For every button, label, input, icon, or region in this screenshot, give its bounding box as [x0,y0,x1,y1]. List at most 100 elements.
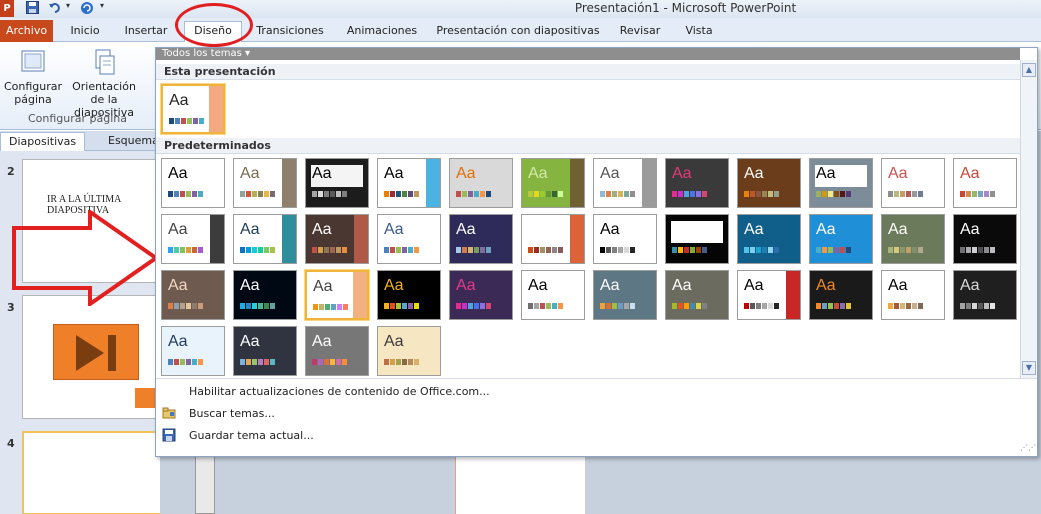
theme-tile[interactable]: Aa [737,214,801,264]
tile-color-swatches [168,359,203,365]
theme-tile[interactable]: Aa [665,214,729,264]
theme-tile[interactable]: Aa [305,326,369,376]
menu-separator [156,378,1037,379]
tile-sample-text: Aa [960,221,980,238]
page-setup-icon [21,50,45,72]
color-swatch [828,247,833,253]
color-swatch [534,191,539,197]
browse-themes-item[interactable]: Buscar temas... [189,407,275,420]
color-swatch [331,304,336,310]
orientacion-diapositiva-button[interactable]: Orientación de la diapositiva [64,48,144,119]
theme-tile[interactable]: Aa [521,158,585,208]
tile-sample-text: Aa [888,277,908,294]
theme-tile[interactable]: Aa [449,270,513,320]
tab-insertar[interactable]: Insertar [118,22,174,42]
tile-sample-text: Aa [169,92,189,109]
tab-animaciones[interactable]: Animaciones [342,22,422,42]
theme-tile[interactable]: Aa [665,158,729,208]
theme-tile[interactable]: Aa [233,326,297,376]
scroll-up-icon[interactable]: ▲ [1022,63,1036,77]
color-swatch [390,191,395,197]
theme-tile[interactable]: Aa [953,270,1017,320]
theme-tile[interactable]: Aa [737,270,801,320]
tile-sample-text: Aa [240,333,260,350]
scroll-down-icon[interactable]: ▼ [1022,361,1036,375]
tab-diapositivas[interactable]: Diapositivas [0,132,86,151]
current-theme-tile[interactable]: Aa [160,83,226,135]
canvas-slide[interactable] [455,451,585,514]
tab-presentacion[interactable]: Presentación con diapositivas [434,22,602,42]
color-swatch [336,247,341,253]
theme-tile[interactable]: Aa [449,214,513,264]
theme-tile[interactable]: Aa [881,270,945,320]
theme-tile[interactable]: Aa [161,326,225,376]
tile-color-swatches [312,247,347,253]
color-swatch [384,359,389,365]
theme-tile[interactable]: Aa [593,214,657,264]
slide-number: 2 [7,165,15,178]
slide-thumbnail[interactable] [22,431,162,514]
tile-color-swatches [312,359,347,365]
color-swatch [888,303,893,309]
theme-tile[interactable]: Aa [161,158,225,208]
theme-tile[interactable]: Aa [161,214,225,264]
tile-color-swatches [600,247,635,253]
theme-tile[interactable]: Aa [377,326,441,376]
theme-tile[interactable]: Aa [809,158,873,208]
theme-tile[interactable]: Aa [521,214,585,264]
color-swatch [480,303,485,309]
theme-tile[interactable]: Aa [161,270,225,320]
theme-tile[interactable]: Aa [881,158,945,208]
tab-inicio[interactable]: Inicio [62,22,108,42]
theme-tile[interactable]: Aa [593,270,657,320]
tab-vista[interactable]: Vista [678,22,720,42]
color-swatch [960,191,965,197]
resize-grip-icon[interactable]: ⋰⋰ [1020,443,1036,455]
tab-archivo[interactable]: Archivo [0,20,53,42]
tab-transiciones[interactable]: Transiciones [250,22,330,42]
theme-tile[interactable]: Aa [521,270,585,320]
tile-color-swatches [672,191,707,197]
color-swatch [840,191,845,197]
save-theme-icon [162,428,176,442]
tile-sample-text: Aa [816,165,836,182]
color-swatch [600,303,605,309]
tile-sample-text: Aa [888,221,908,238]
tab-revisar[interactable]: Revisar [614,22,666,42]
color-swatch [168,303,173,309]
theme-tile[interactable]: Aa [881,214,945,264]
theme-tile[interactable]: Aa [737,158,801,208]
save-theme-item[interactable]: Guardar tema actual... [189,429,314,442]
theme-tile[interactable]: Aa [377,214,441,264]
theme-tile[interactable]: Aa [304,269,370,321]
theme-tile[interactable]: Aa [233,270,297,320]
color-swatch [984,191,989,197]
color-swatch [678,247,683,253]
gallery-scrollbar[interactable]: ▲ ▼ [1020,60,1037,378]
theme-tile[interactable]: Aa [377,158,441,208]
color-swatch [816,303,821,309]
color-swatch [408,191,413,197]
color-swatch [414,191,419,197]
theme-tile[interactable]: Aa [449,158,513,208]
color-swatch [912,303,917,309]
theme-tile[interactable]: Aa [593,158,657,208]
theme-tile[interactable]: Aa [665,270,729,320]
theme-tile[interactable]: Aa [305,214,369,264]
enable-updates-item[interactable]: Habilitar actualizaciones de contenido d… [189,385,490,398]
color-swatch [270,359,275,365]
color-swatch [246,303,251,309]
tile-sample-text: Aa [312,221,332,238]
color-swatch [906,303,911,309]
theme-tile[interactable]: Aa [809,270,873,320]
theme-tile[interactable]: Aa [377,270,441,320]
slide-thumbnail[interactable] [22,295,162,419]
theme-tile[interactable]: Aa [233,214,297,264]
theme-tile[interactable]: Aa [809,214,873,264]
theme-tile[interactable]: Aa [233,158,297,208]
theme-tile[interactable]: Aa [953,158,1017,208]
theme-tile[interactable]: Aa [305,158,369,208]
theme-tile[interactable]: Aa [953,214,1017,264]
color-swatch [966,247,971,253]
configurar-pagina-button[interactable]: Configurar página [2,48,64,106]
